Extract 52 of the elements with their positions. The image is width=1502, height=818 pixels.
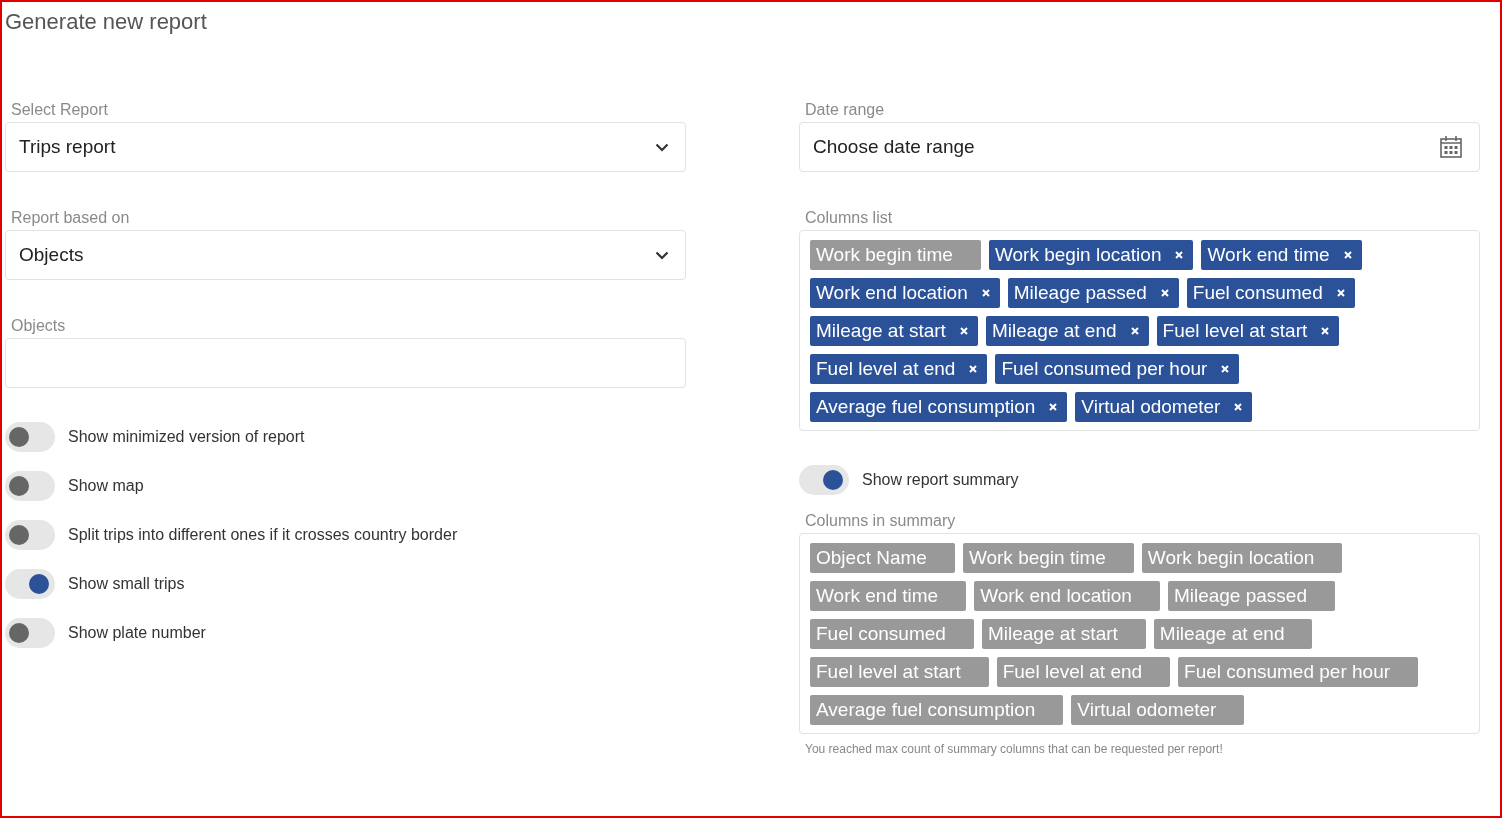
close-icon[interactable] (959, 327, 968, 335)
close-icon[interactable] (1234, 403, 1243, 411)
toggle-label: Show plate number (68, 624, 206, 642)
close-icon[interactable] (981, 289, 990, 297)
close-icon[interactable] (1221, 365, 1230, 373)
toggle-switch[interactable] (5, 422, 55, 452)
toggle-switch[interactable] (5, 618, 55, 648)
column-chip[interactable]: Fuel level at start (1156, 316, 1340, 346)
column-chip[interactable]: Work begin location (988, 240, 1194, 270)
limit-note: You reached max count of summary columns that can be requested per report! (804, 742, 1224, 756)
toggle-label: Show report summary (862, 471, 1019, 489)
close-icon[interactable] (1175, 251, 1184, 259)
close-icon[interactable] (1130, 327, 1139, 335)
select-field[interactable]: Objects (5, 230, 686, 280)
chevron-down-icon (655, 250, 669, 260)
close-icon[interactable] (1343, 251, 1352, 259)
column-chip[interactable]: Mileage passed (1007, 278, 1179, 308)
column-chip[interactable]: Fuel consumed per hour (995, 354, 1240, 384)
columns-list-field[interactable] (799, 230, 1480, 431)
toggle-label: Show minimized version of report (68, 428, 305, 446)
field-label: Columns list (804, 208, 894, 228)
column-chip[interactable]: Mileage at start (810, 316, 978, 346)
toggle-switch[interactable] (5, 520, 55, 550)
column-chip[interactable]: Average fuel consumption (810, 392, 1068, 422)
chevron-down-icon (655, 142, 669, 152)
field-label: Date range (804, 100, 886, 120)
column-chip[interactable]: Work end location (810, 278, 1000, 308)
column-chip[interactable]: Fuel level at end (810, 354, 988, 384)
close-icon[interactable] (1049, 403, 1058, 411)
select-field[interactable]: Trips report (5, 122, 686, 172)
page-title: Generate new report (5, 8, 208, 36)
column-chip[interactable]: Virtual odometer (1075, 392, 1253, 422)
toggle-switch[interactable] (5, 471, 55, 501)
toggle-switch[interactable] (5, 569, 55, 599)
close-icon[interactable] (1321, 327, 1330, 335)
input-field[interactable] (5, 338, 686, 388)
field-label: Select Report (10, 100, 109, 120)
column-chip[interactable]: Work end time (1201, 240, 1362, 270)
field-label: Objects (10, 316, 67, 336)
toggle-switch[interactable] (799, 465, 849, 495)
field-label: Columns in summary (804, 511, 957, 531)
date-range-field[interactable]: Choose date range (799, 122, 1480, 172)
close-icon[interactable] (1160, 289, 1169, 297)
toggle-label: Show map (68, 477, 144, 495)
column-chip[interactable]: Mileage at end (985, 316, 1149, 346)
calendar-icon (1439, 135, 1463, 159)
close-icon[interactable] (1336, 289, 1345, 297)
toggle-label: Show small trips (68, 575, 185, 593)
close-icon[interactable] (969, 365, 978, 373)
field-label: Report based on (10, 208, 131, 228)
column-chip[interactable]: Fuel consumed (1186, 278, 1355, 308)
toggle-label: Split trips into different ones if it crosses country border (68, 526, 458, 544)
